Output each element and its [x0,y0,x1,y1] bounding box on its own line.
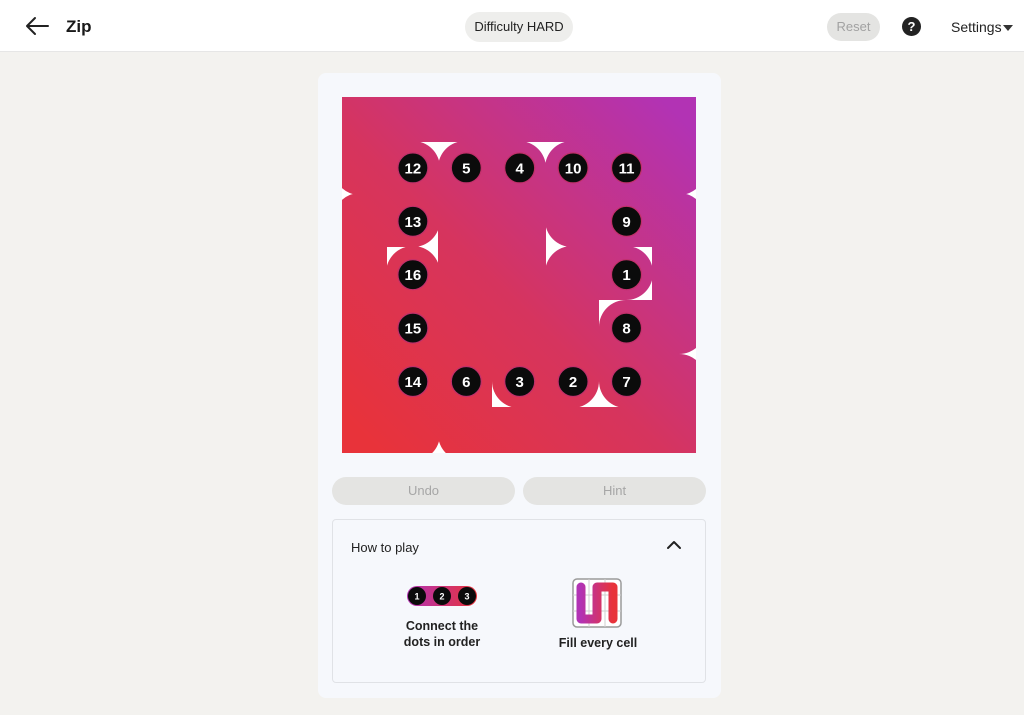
board-dot-13[interactable]: 13 [397,205,429,237]
board-dot-8[interactable]: 8 [610,312,643,344]
fill-cells-example [572,578,622,628]
game-card: 1 2 3 4 5 6 7 8 9 10 11 12 13 14 15 16 Undo Hint How to… [318,73,721,698]
connect-dots-caption-line1: Connect the [405,619,479,633]
board-dot-14[interactable]: 14 [397,365,429,398]
difficulty-badge: Difficulty HARD [465,12,573,42]
board-dot-label: 9 [622,214,630,231]
game-title: Zip [66,17,92,36]
board-dot-label: 6 [462,374,470,391]
board-dot-5[interactable]: 5 [450,152,482,184]
hint-button[interactable]: Hint [523,477,706,505]
example-dot-1: 1 [408,587,426,605]
settings-menu[interactable]: Settings [951,19,1002,35]
board-dot-label: 2 [569,374,577,391]
svg-text:3: 3 [464,592,469,602]
board-dot-3[interactable]: 3 [504,365,536,398]
svg-text:1: 1 [414,592,419,602]
board-dot-label: 12 [405,160,422,177]
board-dot-label: 13 [405,214,422,231]
board-dot-label: 14 [405,374,422,391]
undo-button[interactable]: Undo [332,477,515,505]
zip-board[interactable]: 123456 78910 111213141516 [342,97,696,453]
board-dot-label: 8 [622,321,630,338]
board-dot-label: 1 [622,267,630,284]
reset-button[interactable]: Reset [827,13,880,41]
board-dot-9[interactable]: 9 [610,205,643,237]
fill-cells-caption: Fill every cell [558,636,638,650]
board-dot-label: 10 [565,160,582,177]
caret-down-icon[interactable] [1003,25,1013,31]
board-dot-6[interactable]: 6 [450,365,482,398]
board-dot-label: 11 [619,160,635,177]
board-dot-2[interactable]: 2 [557,365,589,398]
board-dot-15[interactable]: 15 [397,312,429,344]
chevron-up-icon[interactable] [666,538,682,552]
connect-dots-caption: Connect the dots in order [393,618,491,650]
board-dot-label: 15 [405,321,422,338]
example-dot-3: 3 [458,587,476,605]
top-bar: Zip Difficulty HARD Reset ? Settings [0,0,1024,52]
connect-dots-caption-line2: dots in order [403,635,481,649]
board-dot-label: 4 [516,160,525,177]
board-dot-label: 7 [622,374,630,391]
board-dot-label: 16 [405,267,422,284]
how-to-play-title: How to play [351,540,419,555]
board-dot-label: 3 [516,374,524,391]
board-dot-10[interactable]: 10 [557,152,589,184]
help-icon[interactable]: ? [902,17,921,36]
connect-dots-example: 1 2 3 [407,586,477,606]
example-dot-2: 2 [433,587,451,605]
board-dot-7[interactable]: 7 [610,365,643,398]
board-dot-12[interactable]: 12 [397,152,429,184]
board-dot-11[interactable]: 11 [610,152,643,184]
how-to-play-panel: How to play 1 2 3 Connect the dots in orde… [332,519,706,683]
board-dot-4[interactable]: 4 [504,152,536,184]
board-dot-label: 5 [462,160,470,177]
board-dot-1[interactable]: 1 [610,259,643,291]
svg-text:2: 2 [439,592,444,602]
back-arrow-icon[interactable] [24,14,50,38]
board-dot-16[interactable]: 16 [397,259,429,291]
